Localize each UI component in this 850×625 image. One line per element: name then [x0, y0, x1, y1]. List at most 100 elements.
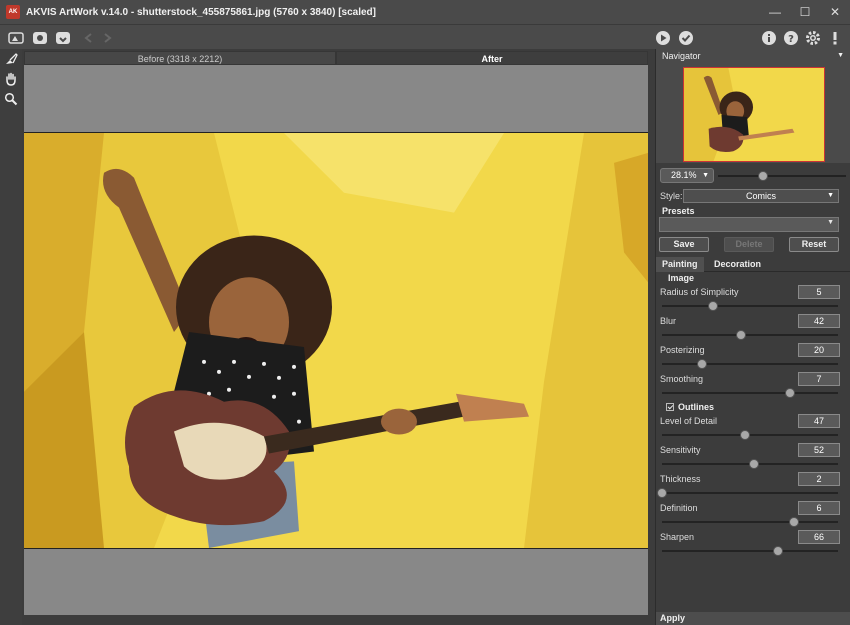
presets-label: Presets: [662, 206, 695, 216]
param-label: Radius of Simplicity: [660, 287, 739, 297]
param-slider-handle[interactable]: [736, 330, 747, 340]
processed-image[interactable]: [24, 132, 648, 549]
window-title: AKVIS ArtWork v.14.0 - shutterstock_4558…: [26, 6, 376, 18]
hand-tool-icon[interactable]: [0, 69, 22, 89]
apply-check-icon[interactable]: [677, 29, 694, 46]
reset-preset-button[interactable]: Reset: [789, 237, 839, 252]
param-slider-handle[interactable]: [785, 388, 796, 398]
zoom-slider[interactable]: [718, 171, 846, 181]
app-logo-icon: AK: [6, 5, 20, 19]
undo-icon[interactable]: [80, 29, 97, 46]
param-slider-handle[interactable]: [789, 517, 799, 527]
param-row: Definition 6: [656, 501, 850, 530]
main-toolbar: ?: [0, 24, 850, 49]
tool-palette: [0, 49, 22, 625]
param-row: Posterizing 20: [656, 343, 850, 372]
param-row: Radius of Simplicity 5: [656, 285, 850, 314]
param-value-input[interactable]: 42: [798, 314, 840, 328]
save-preset-button[interactable]: Save: [659, 237, 709, 252]
redo-icon[interactable]: [98, 29, 115, 46]
param-slider-handle[interactable]: [708, 301, 719, 311]
canvas-area: Before (3318 x 2212) After: [22, 49, 650, 625]
navigator-thumbnail[interactable]: [683, 67, 825, 162]
home-icon[interactable]: [7, 29, 24, 46]
zoom-control: 28.1% ▼: [656, 163, 850, 187]
param-label: Sharpen: [660, 532, 695, 542]
apply-label: Apply: [660, 613, 686, 623]
param-slider[interactable]: [662, 388, 838, 398]
param-label: Thickness: [660, 474, 701, 484]
param-label: Sensitivity: [660, 445, 701, 455]
outlines-section: Outlines: [656, 401, 850, 414]
param-slider-handle[interactable]: [657, 488, 667, 498]
zoom-tool-icon[interactable]: [0, 89, 22, 109]
param-slider[interactable]: [662, 517, 838, 527]
param-slider-handle[interactable]: [697, 359, 708, 369]
param-slider[interactable]: [657, 488, 838, 498]
param-value-input[interactable]: 47: [798, 414, 840, 428]
param-slider[interactable]: [662, 459, 838, 469]
chevron-down-icon: ▼: [827, 192, 834, 199]
zoom-slider-handle[interactable]: [757, 171, 768, 181]
param-slider-handle[interactable]: [739, 430, 750, 440]
maximize-button[interactable]: ☐: [790, 0, 820, 24]
settings-panel: Navigator ▼ 28.1% ▼ Style: Comics ▼ Pres…: [655, 49, 850, 625]
presets-dropdown[interactable]: ▼: [659, 217, 839, 232]
param-slider[interactable]: [662, 430, 838, 440]
tab-before[interactable]: Before (3318 x 2212): [24, 51, 336, 65]
open-image-icon[interactable]: [31, 29, 48, 46]
alert-icon[interactable]: [826, 29, 843, 46]
param-label: Posterizing: [660, 345, 705, 355]
navigator-header: Navigator ▼: [656, 49, 850, 63]
chevron-down-icon: ▼: [827, 219, 834, 226]
zoom-value: 28.1%: [671, 170, 697, 180]
chevron-down-icon: ▼: [702, 172, 709, 179]
svg-text:?: ?: [788, 34, 794, 45]
close-button[interactable]: ✕: [820, 0, 850, 24]
info-icon[interactable]: [760, 29, 777, 46]
param-label: Blur: [660, 316, 677, 326]
tab-painting[interactable]: Painting: [656, 257, 704, 272]
param-slider-handle[interactable]: [748, 459, 759, 469]
param-value-input[interactable]: 20: [798, 343, 840, 357]
param-row: Thickness 2: [656, 472, 850, 501]
chevron-down-icon[interactable]: ▼: [837, 49, 844, 63]
run-icon[interactable]: [654, 29, 671, 46]
param-value-input[interactable]: 66: [798, 530, 840, 544]
param-value-input[interactable]: 2: [798, 472, 840, 486]
param-value-input[interactable]: 52: [798, 443, 840, 457]
help-icon[interactable]: ?: [782, 29, 799, 46]
param-row: Sensitivity 52: [656, 443, 850, 472]
image-section-title: Image: [668, 273, 695, 283]
param-slider[interactable]: [662, 330, 838, 340]
param-label: Smoothing: [660, 374, 704, 384]
settings-gear-icon[interactable]: [804, 29, 821, 46]
image-viewport[interactable]: [24, 65, 648, 615]
navigator-title: Navigator: [662, 51, 701, 61]
save-image-icon[interactable]: [54, 29, 71, 46]
tab-decoration[interactable]: Decoration: [708, 257, 767, 272]
outlines-section-title: Outlines: [678, 402, 715, 412]
zoom-dropdown[interactable]: 28.1% ▼: [660, 168, 714, 183]
param-row: Sharpen 66: [656, 530, 850, 559]
style-value: Comics: [745, 191, 776, 201]
delete-preset-button[interactable]: Delete: [724, 237, 774, 252]
tab-after[interactable]: After: [336, 51, 648, 65]
param-value-input[interactable]: 7: [798, 372, 840, 386]
apply-bar[interactable]: Apply: [656, 612, 850, 625]
param-value-input[interactable]: 5: [798, 285, 840, 299]
param-row: Level of Detail 47: [656, 414, 850, 443]
outlines-checkbox[interactable]: [666, 403, 674, 411]
param-slider-handle[interactable]: [773, 546, 784, 556]
param-row: Smoothing 7: [656, 372, 850, 401]
title-bar: AK AKVIS ArtWork v.14.0 - shutterstock_4…: [0, 0, 850, 24]
param-label: Level of Detail: [660, 416, 718, 426]
param-slider[interactable]: [662, 301, 838, 311]
style-label: Style:: [660, 191, 683, 201]
brush-tool-icon[interactable]: [0, 49, 22, 69]
minimize-button[interactable]: —: [760, 0, 790, 24]
param-slider[interactable]: [662, 546, 838, 556]
param-value-input[interactable]: 6: [798, 501, 840, 515]
param-slider[interactable]: [662, 359, 838, 369]
style-dropdown[interactable]: Comics ▼: [683, 189, 839, 203]
